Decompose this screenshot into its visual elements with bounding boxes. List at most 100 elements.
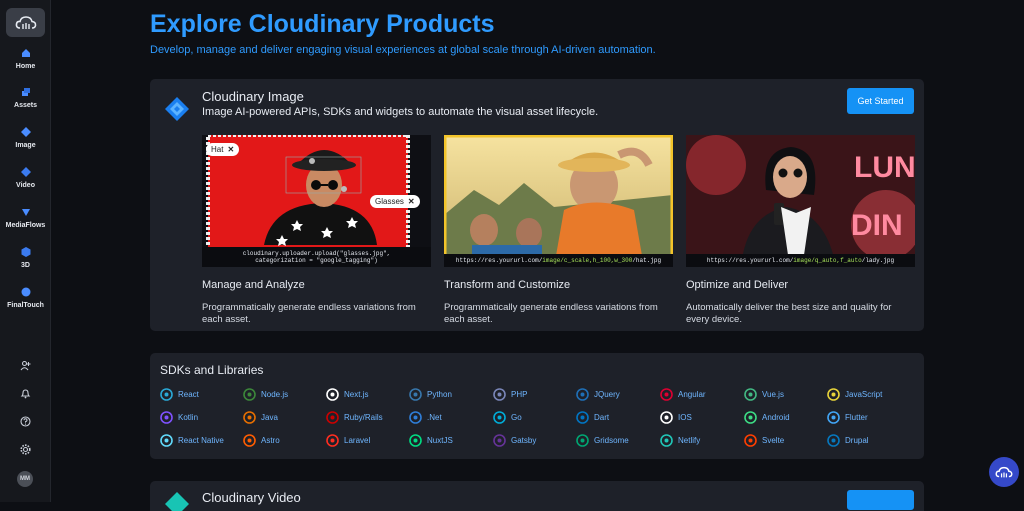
avatar[interactable]: MM xyxy=(17,471,33,487)
sdk-item-node-js[interactable]: Node.js xyxy=(243,388,288,401)
sidebar-item-3d[interactable]: 3D xyxy=(0,247,51,269)
feature-description: Programmatically generate endless variat… xyxy=(444,302,658,325)
url-caption: https://res.yoururl.com/image/c_scale,h_… xyxy=(444,254,673,267)
sdk-item-angular[interactable]: Angular xyxy=(660,388,706,401)
sdk-label: Kotlin xyxy=(178,413,199,422)
sdk-item-javascript[interactable]: JavaScript xyxy=(827,388,882,401)
sdk-label: PHP xyxy=(511,390,528,399)
sidebar-item-label: 3D xyxy=(21,262,30,269)
assets-icon xyxy=(21,88,30,96)
sdk-item-react[interactable]: React xyxy=(160,388,199,401)
url-transformation: image/q_auto,f_auto xyxy=(793,257,862,264)
sdk-label: Dart xyxy=(594,413,610,422)
astro-icon xyxy=(243,434,256,447)
drupal-icon xyxy=(827,434,840,447)
sdk-item-ruby-rails[interactable]: Ruby/Rails xyxy=(326,411,383,424)
settings-icon[interactable] xyxy=(19,443,31,455)
sdk-item-go[interactable]: Go xyxy=(493,411,522,424)
sdk-label: Gridsome xyxy=(594,436,629,445)
get-started-button[interactable] xyxy=(847,490,914,510)
gridsome-icon xyxy=(576,434,589,447)
netlify-icon xyxy=(660,434,673,447)
sdk-label: JavaScript xyxy=(845,390,883,399)
manage-analyze-image[interactable]: Hat ✕ Glasses ✕ cloudinary.uploader.upload… xyxy=(202,135,431,267)
sdk-label: Laravel xyxy=(344,436,371,445)
sdk-item-gatsby[interactable]: Gatsby xyxy=(493,434,536,447)
sidebar-item-image[interactable]: Image xyxy=(0,127,51,149)
vue-js-icon xyxy=(744,388,757,401)
sidebar-item-label: Home xyxy=(15,63,36,70)
cloudinary-image-logo-icon xyxy=(165,97,189,121)
sdk-item-next-js[interactable]: Next.js xyxy=(326,388,368,401)
optimize-deliver-image[interactable]: LUN DIN https://res.yoururl.com/image/q_… xyxy=(686,135,915,267)
image-icon xyxy=(20,127,31,137)
cloudinary-image-card: Cloudinary Image Image AI-powered APIs, … xyxy=(150,79,924,331)
sdk-item-vue-js[interactable]: Vue.js xyxy=(744,388,784,401)
sidebar-item-label: Assets xyxy=(14,102,37,109)
sdk-label: Vue.js xyxy=(762,390,784,399)
close-icon[interactable]: ✕ xyxy=(408,197,415,206)
sdk-item-ios[interactable]: IOS xyxy=(660,411,692,424)
sdk-label: Netlify xyxy=(678,436,701,445)
3d-icon xyxy=(21,247,30,257)
sdk-label: Java xyxy=(261,413,278,422)
sdk-item-react-native[interactable]: React Native xyxy=(160,434,224,447)
sidebar-item-mediaflows[interactable]: MediaFlows xyxy=(0,207,51,229)
help-icon[interactable] xyxy=(19,415,31,427)
node-js-icon xyxy=(243,388,256,401)
card-description: Image AI-powered APIs, SDKs and widgets … xyxy=(202,106,599,118)
sdk-item-kotlin[interactable]: Kotlin xyxy=(160,411,198,424)
code-line: categorization = "google_tagging") xyxy=(255,257,378,264)
sidebar-item-label: Video xyxy=(16,182,35,189)
transform-customize-image[interactable]: https://res.yoururl.com/image/c_scale,h_… xyxy=(444,135,673,267)
sdk-item-nuxtjs[interactable]: NuxtJS xyxy=(409,434,453,447)
sdk-label: Gatsby xyxy=(511,436,537,445)
sdk-item-net[interactable]: .Net xyxy=(409,411,442,424)
hat-tag[interactable]: Hat ✕ xyxy=(206,143,240,156)
sdk-label: Ruby/Rails xyxy=(344,413,383,422)
notifications-icon[interactable] xyxy=(19,387,31,399)
sdk-item-java[interactable]: Java xyxy=(243,411,278,424)
cloudinary-assistant-button[interactable] xyxy=(989,457,1019,487)
sidebar-item-home[interactable]: Home xyxy=(0,48,51,70)
sdk-label: IOS xyxy=(678,413,692,422)
sdk-item-python[interactable]: Python xyxy=(409,388,452,401)
sidebar-item-video[interactable]: Video xyxy=(0,167,51,189)
add-user-icon[interactable] xyxy=(19,359,31,371)
feature-title: Transform and Customize xyxy=(444,279,571,291)
get-started-button[interactable]: Get Started xyxy=(847,88,914,114)
svg-text:LUN: LUN xyxy=(854,151,915,184)
cloud-icon xyxy=(995,466,1013,477)
cloudinary-logo[interactable] xyxy=(6,8,45,37)
feature-manage-analyze: Hat ✕ Glasses ✕ cloudinary.uploader.upload… xyxy=(202,135,431,326)
sdk-item-dart[interactable]: Dart xyxy=(576,411,609,424)
sdk-item-svelte[interactable]: Svelte xyxy=(744,434,784,447)
sdk-item-jquery[interactable]: JQuery xyxy=(576,388,620,401)
sdks-title: SDKs and Libraries xyxy=(160,363,264,377)
cloudinary-video-card: Cloudinary Video xyxy=(150,481,924,511)
main-content: Explore Cloudinary Products Develop, man… xyxy=(52,0,1024,511)
sdk-item-laravel[interactable]: Laravel xyxy=(326,434,370,447)
page-subtitle: Develop, manage and deliver engaging vis… xyxy=(150,44,656,56)
sdk-item-gridsome[interactable]: Gridsome xyxy=(576,434,629,447)
sdk-label: Angular xyxy=(678,390,706,399)
jquery-icon xyxy=(576,388,589,401)
sdk-item-php[interactable]: PHP xyxy=(493,388,527,401)
svg-text:DIN: DIN xyxy=(851,209,903,242)
sdk-label: React Native xyxy=(178,436,224,445)
close-icon[interactable]: ✕ xyxy=(227,145,234,154)
sdk-item-android[interactable]: Android xyxy=(744,411,790,424)
sdk-item-astro[interactable]: Astro xyxy=(243,434,280,447)
sdk-label: Android xyxy=(762,413,790,422)
sdk-label: Go xyxy=(511,413,522,422)
sidebar-item-finaltouch[interactable]: FinalTouch xyxy=(0,287,51,309)
feature-title: Optimize and Deliver xyxy=(686,279,789,291)
python-icon xyxy=(409,388,422,401)
sdk-item-drupal[interactable]: Drupal xyxy=(827,434,869,447)
sdk-item-netlify[interactable]: Netlify xyxy=(660,434,700,447)
sidebar-item-assets[interactable]: Assets xyxy=(0,87,51,109)
glasses-tag[interactable]: Glasses ✕ xyxy=(370,195,420,208)
next-js-icon xyxy=(326,388,339,401)
sdk-item-flutter[interactable]: Flutter xyxy=(827,411,868,424)
url-prefix: https://res.yoururl.com/ xyxy=(706,257,794,264)
